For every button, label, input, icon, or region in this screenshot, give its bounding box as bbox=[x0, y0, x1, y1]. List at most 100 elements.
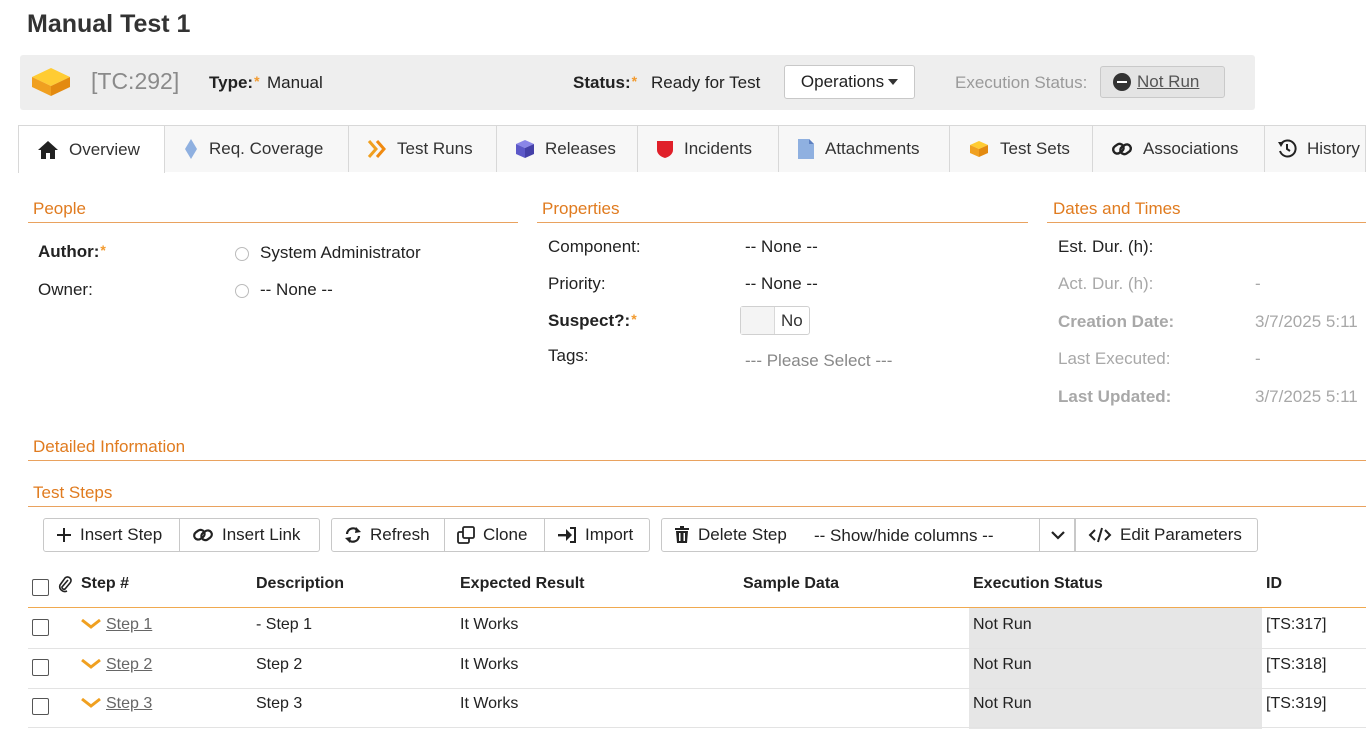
edit-parameters-button[interactable]: Edit Parameters bbox=[1075, 518, 1258, 552]
cube-icon bbox=[516, 140, 534, 158]
chevron-down-icon[interactable] bbox=[80, 697, 102, 709]
owner-value[interactable]: -- None -- bbox=[260, 280, 333, 300]
last-updated-label: Last Updated: bbox=[1058, 387, 1172, 406]
page-title: Manual Test 1 bbox=[27, 10, 191, 38]
refresh-button[interactable]: Refresh bbox=[331, 518, 445, 552]
tab-associations[interactable]: Associations bbox=[1093, 125, 1265, 172]
shield-icon bbox=[657, 141, 673, 158]
step-expected[interactable]: It Works bbox=[460, 656, 518, 674]
operations-button[interactable]: Operations bbox=[784, 65, 915, 99]
execution-status-badge[interactable]: Not Run bbox=[1100, 66, 1225, 98]
component-label: Component: bbox=[548, 237, 641, 256]
step-id: [TS:319] bbox=[1266, 695, 1327, 712]
test-case-icon bbox=[30, 66, 72, 103]
not-run-icon bbox=[1113, 73, 1131, 91]
caret-down-icon bbox=[888, 79, 899, 85]
chevron-down-icon[interactable] bbox=[80, 658, 102, 670]
author-radio[interactable] bbox=[235, 247, 249, 261]
col-execution-status[interactable]: Execution Status bbox=[973, 575, 1103, 593]
step-link[interactable]: Step 2 bbox=[106, 656, 152, 674]
step-expected[interactable]: It Works bbox=[460, 616, 518, 634]
show-hide-columns-value: -- Show/hide columns -- bbox=[814, 526, 994, 545]
est-dur-label: Est. Dur. (h): bbox=[1058, 237, 1154, 256]
clone-icon bbox=[457, 526, 475, 544]
tab-history[interactable]: History bbox=[1265, 125, 1366, 172]
row-checkbox[interactable] bbox=[32, 698, 49, 715]
insert-step-button[interactable]: Insert Step bbox=[43, 518, 180, 552]
tags-select[interactable]: --- Please Select --- bbox=[745, 351, 892, 371]
test-case-header: [TC:292] Type:* Manual Status:* Ready fo… bbox=[20, 55, 1255, 110]
tab-test-runs[interactable]: Test Runs bbox=[349, 125, 497, 172]
link-icon bbox=[1111, 142, 1133, 156]
type-value: Manual bbox=[267, 73, 323, 92]
step-description[interactable]: - Step 1 bbox=[256, 616, 312, 634]
tab-test-sets[interactable]: Test Sets bbox=[950, 125, 1093, 172]
status-value[interactable]: Ready for Test bbox=[651, 73, 760, 93]
tab-incidents[interactable]: Incidents bbox=[638, 125, 779, 172]
col-sample-data[interactable]: Sample Data bbox=[743, 575, 839, 593]
clone-button[interactable]: Clone bbox=[445, 518, 545, 552]
step-link[interactable]: Step 3 bbox=[106, 695, 152, 713]
owner-label: Owner: bbox=[38, 280, 93, 299]
suspect-toggle[interactable]: No bbox=[740, 306, 810, 335]
row-divider bbox=[28, 648, 1366, 649]
plus-icon bbox=[57, 528, 71, 542]
col-step[interactable]: Step # bbox=[81, 575, 129, 593]
col-id[interactable]: ID bbox=[1266, 575, 1282, 593]
diamond-icon bbox=[185, 139, 197, 159]
insert-link-button[interactable]: Insert Link bbox=[180, 518, 320, 552]
tab-overview[interactable]: Overview bbox=[18, 125, 165, 173]
priority-value[interactable]: -- None -- bbox=[745, 274, 818, 294]
document-icon bbox=[798, 139, 814, 159]
import-icon bbox=[558, 527, 576, 543]
last-updated-value: 3/7/2025 5:11 bbox=[1255, 387, 1358, 406]
creation-date-value: 3/7/2025 5:11 bbox=[1255, 312, 1358, 331]
owner-radio[interactable] bbox=[235, 284, 249, 298]
execution-status-label: Execution Status: bbox=[955, 73, 1088, 92]
tab-attachments[interactable]: Attachments bbox=[779, 125, 950, 172]
row-checkbox[interactable] bbox=[32, 659, 49, 676]
toggle-knob bbox=[741, 307, 775, 334]
header-divider bbox=[28, 607, 1366, 608]
test-steps-heading: Test Steps bbox=[28, 483, 1366, 507]
suspect-value: No bbox=[781, 311, 803, 330]
paperclip-icon bbox=[58, 576, 72, 593]
tab-releases[interactable]: Releases bbox=[497, 125, 638, 172]
author-value[interactable]: System Administrator bbox=[260, 243, 421, 263]
properties-heading: Properties bbox=[537, 199, 1028, 223]
history-icon bbox=[1278, 139, 1297, 158]
step-status: Not Run bbox=[973, 616, 1032, 633]
suspect-label: Suspect?:* bbox=[548, 311, 637, 330]
refresh-icon bbox=[345, 527, 361, 543]
test-case-id: [TC:292] bbox=[91, 68, 180, 94]
operations-label: Operations bbox=[800, 72, 885, 91]
step-description[interactable]: Step 2 bbox=[256, 656, 302, 674]
step-expected[interactable]: It Works bbox=[460, 695, 518, 713]
step-id: [TS:318] bbox=[1266, 656, 1327, 673]
step-status: Not Run bbox=[973, 695, 1032, 712]
select-all-checkbox[interactable] bbox=[32, 579, 49, 596]
component-value[interactable]: -- None -- bbox=[745, 237, 818, 257]
delete-step-button[interactable]: Delete Step bbox=[661, 518, 806, 552]
chevron-down-icon[interactable] bbox=[80, 618, 102, 630]
import-button[interactable]: Import bbox=[545, 518, 650, 552]
step-status: Not Run bbox=[973, 656, 1032, 673]
execution-status-value: Not Run bbox=[1137, 72, 1200, 91]
chevron-down-icon bbox=[1039, 519, 1075, 551]
chevrons-icon bbox=[367, 140, 386, 158]
col-expected-result[interactable]: Expected Result bbox=[460, 575, 584, 593]
row-divider bbox=[28, 727, 1366, 728]
row-checkbox[interactable] bbox=[32, 619, 49, 636]
show-hide-columns-select[interactable]: -- Show/hide columns -- bbox=[805, 518, 1075, 552]
step-description[interactable]: Step 3 bbox=[256, 695, 302, 713]
status-label: Status:* bbox=[573, 73, 638, 92]
last-executed-label: Last Executed: bbox=[1058, 349, 1171, 368]
dates-heading: Dates and Times bbox=[1047, 199, 1366, 223]
home-icon bbox=[38, 140, 58, 159]
people-heading: People bbox=[28, 199, 518, 223]
col-description[interactable]: Description bbox=[256, 575, 344, 593]
step-link[interactable]: Step 1 bbox=[106, 616, 152, 634]
step-id: [TS:317] bbox=[1266, 616, 1327, 633]
detailed-information-heading[interactable]: Detailed Information bbox=[28, 437, 1366, 461]
tab-req-coverage[interactable]: Req. Coverage bbox=[165, 125, 349, 172]
